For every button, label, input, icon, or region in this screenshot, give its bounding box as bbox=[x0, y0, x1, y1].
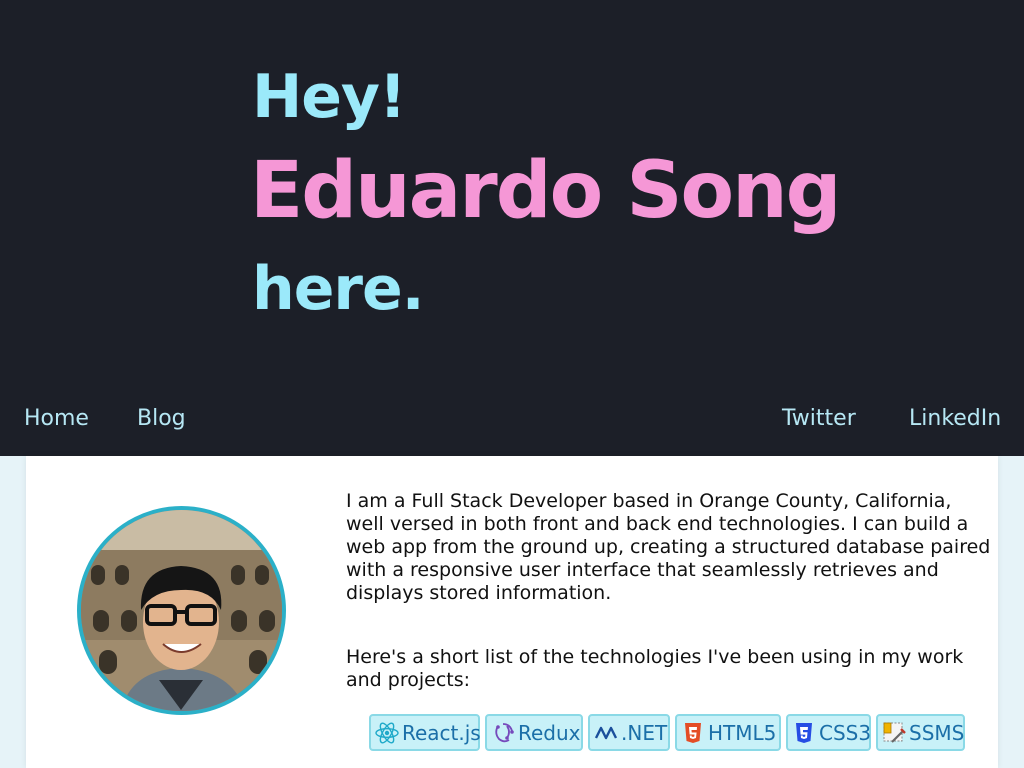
nav-blog-link[interactable]: Blog bbox=[137, 406, 186, 431]
nav-linkedin-link[interactable]: LinkedIn bbox=[909, 406, 1001, 431]
tech-badge-label: Redux bbox=[518, 720, 581, 745]
tech-badge-label: React.js bbox=[402, 720, 481, 745]
tech-badge-react[interactable]: React.js bbox=[369, 714, 481, 751]
tech-badge-label: HTML5 bbox=[708, 720, 777, 745]
dotnet-icon bbox=[594, 726, 618, 739]
react-icon bbox=[375, 722, 399, 743]
tech-badge-css3[interactable]: CSS3 bbox=[786, 714, 871, 751]
hero-greeting: Hey! bbox=[252, 62, 406, 132]
tech-badge-html5[interactable]: HTML5 bbox=[675, 714, 781, 751]
hero-tail: here. bbox=[252, 254, 424, 324]
html5-icon bbox=[685, 722, 701, 743]
profile-photo bbox=[81, 510, 282, 711]
nav-home-link[interactable]: Home bbox=[24, 406, 89, 431]
tech-badge-redux[interactable]: Redux bbox=[485, 714, 583, 751]
avatar bbox=[77, 506, 286, 715]
tech-badge-label: CSS3 bbox=[819, 720, 872, 745]
hero-name: Eduardo Song bbox=[250, 146, 841, 236]
tech-badge-ssms[interactable]: SSMS bbox=[876, 714, 965, 751]
redux-icon bbox=[495, 722, 514, 742]
tech-intro-text: Here's a short list of the technologies … bbox=[346, 646, 964, 691]
ssms-icon bbox=[883, 722, 906, 743]
hero-banner: Hey! Eduardo Song here. Home Blog Twitte… bbox=[0, 0, 1024, 456]
tech-badge-label: SSMS bbox=[909, 720, 965, 745]
css3-icon bbox=[796, 722, 812, 743]
tech-badge-label: .NET bbox=[621, 720, 668, 745]
bio-text: I am a Full Stack Developer based in Ora… bbox=[346, 490, 991, 604]
tech-badge-dotnet[interactable]: .NET bbox=[588, 714, 670, 751]
nav-twitter-link[interactable]: Twitter bbox=[782, 406, 856, 431]
